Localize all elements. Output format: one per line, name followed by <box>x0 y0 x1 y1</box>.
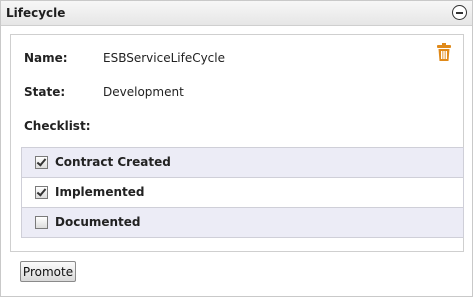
lifecycle-content: Name: ESBServiceLifeCycle State: Develop… <box>10 34 464 252</box>
checkbox-contract-created[interactable] <box>35 156 48 169</box>
checklist: Contract Created Implemented Documented <box>21 147 464 238</box>
checklist-item-documented[interactable]: Documented <box>22 208 463 237</box>
name-value: ESBServiceLifeCycle <box>103 51 225 65</box>
name-label: Name: <box>24 51 68 65</box>
minus-circle-icon[interactable] <box>452 5 467 20</box>
panel-header: Lifecycle <box>1 1 472 26</box>
checklist-item-implemented[interactable]: Implemented <box>22 178 463 208</box>
checklist-item-label: Documented <box>55 215 141 229</box>
promote-button[interactable]: Promote <box>20 261 76 282</box>
panel-title: Lifecycle <box>6 6 66 20</box>
checklist-item-label: Implemented <box>55 185 145 199</box>
checklist-label: Checklist: <box>24 119 91 133</box>
state-value: Development <box>103 85 184 99</box>
lifecycle-panel: Lifecycle Name: ESBServiceLifeCycle Stat… <box>0 0 473 297</box>
trash-icon[interactable] <box>437 43 451 61</box>
checklist-item-label: Contract Created <box>55 155 171 169</box>
checkbox-implemented[interactable] <box>35 186 48 199</box>
checklist-item-contract-created[interactable]: Contract Created <box>22 148 463 178</box>
checkbox-documented[interactable] <box>35 216 48 229</box>
state-label: State: <box>24 85 66 99</box>
